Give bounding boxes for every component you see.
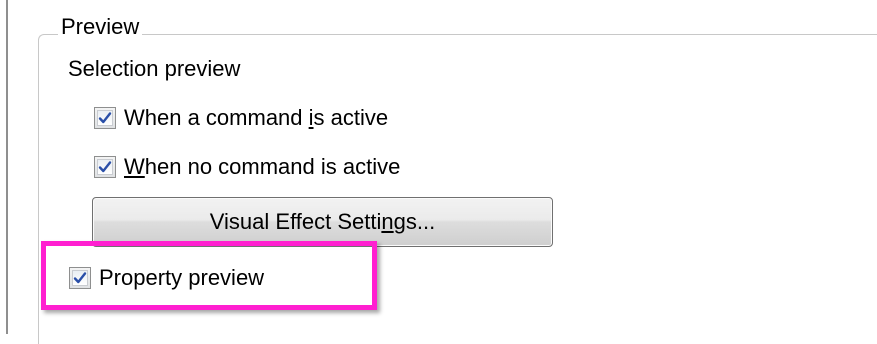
- groupbox-legend: Preview: [58, 14, 143, 40]
- command-active-checkbox[interactable]: [94, 107, 116, 129]
- no-command-active-checkbox[interactable]: [94, 156, 116, 178]
- no-command-active-option[interactable]: When no command is active: [94, 154, 400, 180]
- panel-edge: [6, 0, 8, 334]
- highlight-callout: [41, 241, 377, 310]
- command-active-option[interactable]: When a command is active: [94, 105, 388, 131]
- command-active-label: When a command is active: [124, 105, 389, 130]
- options-panel: Preview Selection preview When a command…: [0, 0, 877, 344]
- checkmark-icon: [98, 112, 112, 124]
- selection-preview-label: Selection preview: [68, 56, 241, 81]
- checkmark-icon: [98, 161, 112, 173]
- no-command-active-label: When no command is active: [124, 154, 401, 179]
- visual-effect-settings-button[interactable]: Visual Effect Setti n gs...: [92, 197, 553, 247]
